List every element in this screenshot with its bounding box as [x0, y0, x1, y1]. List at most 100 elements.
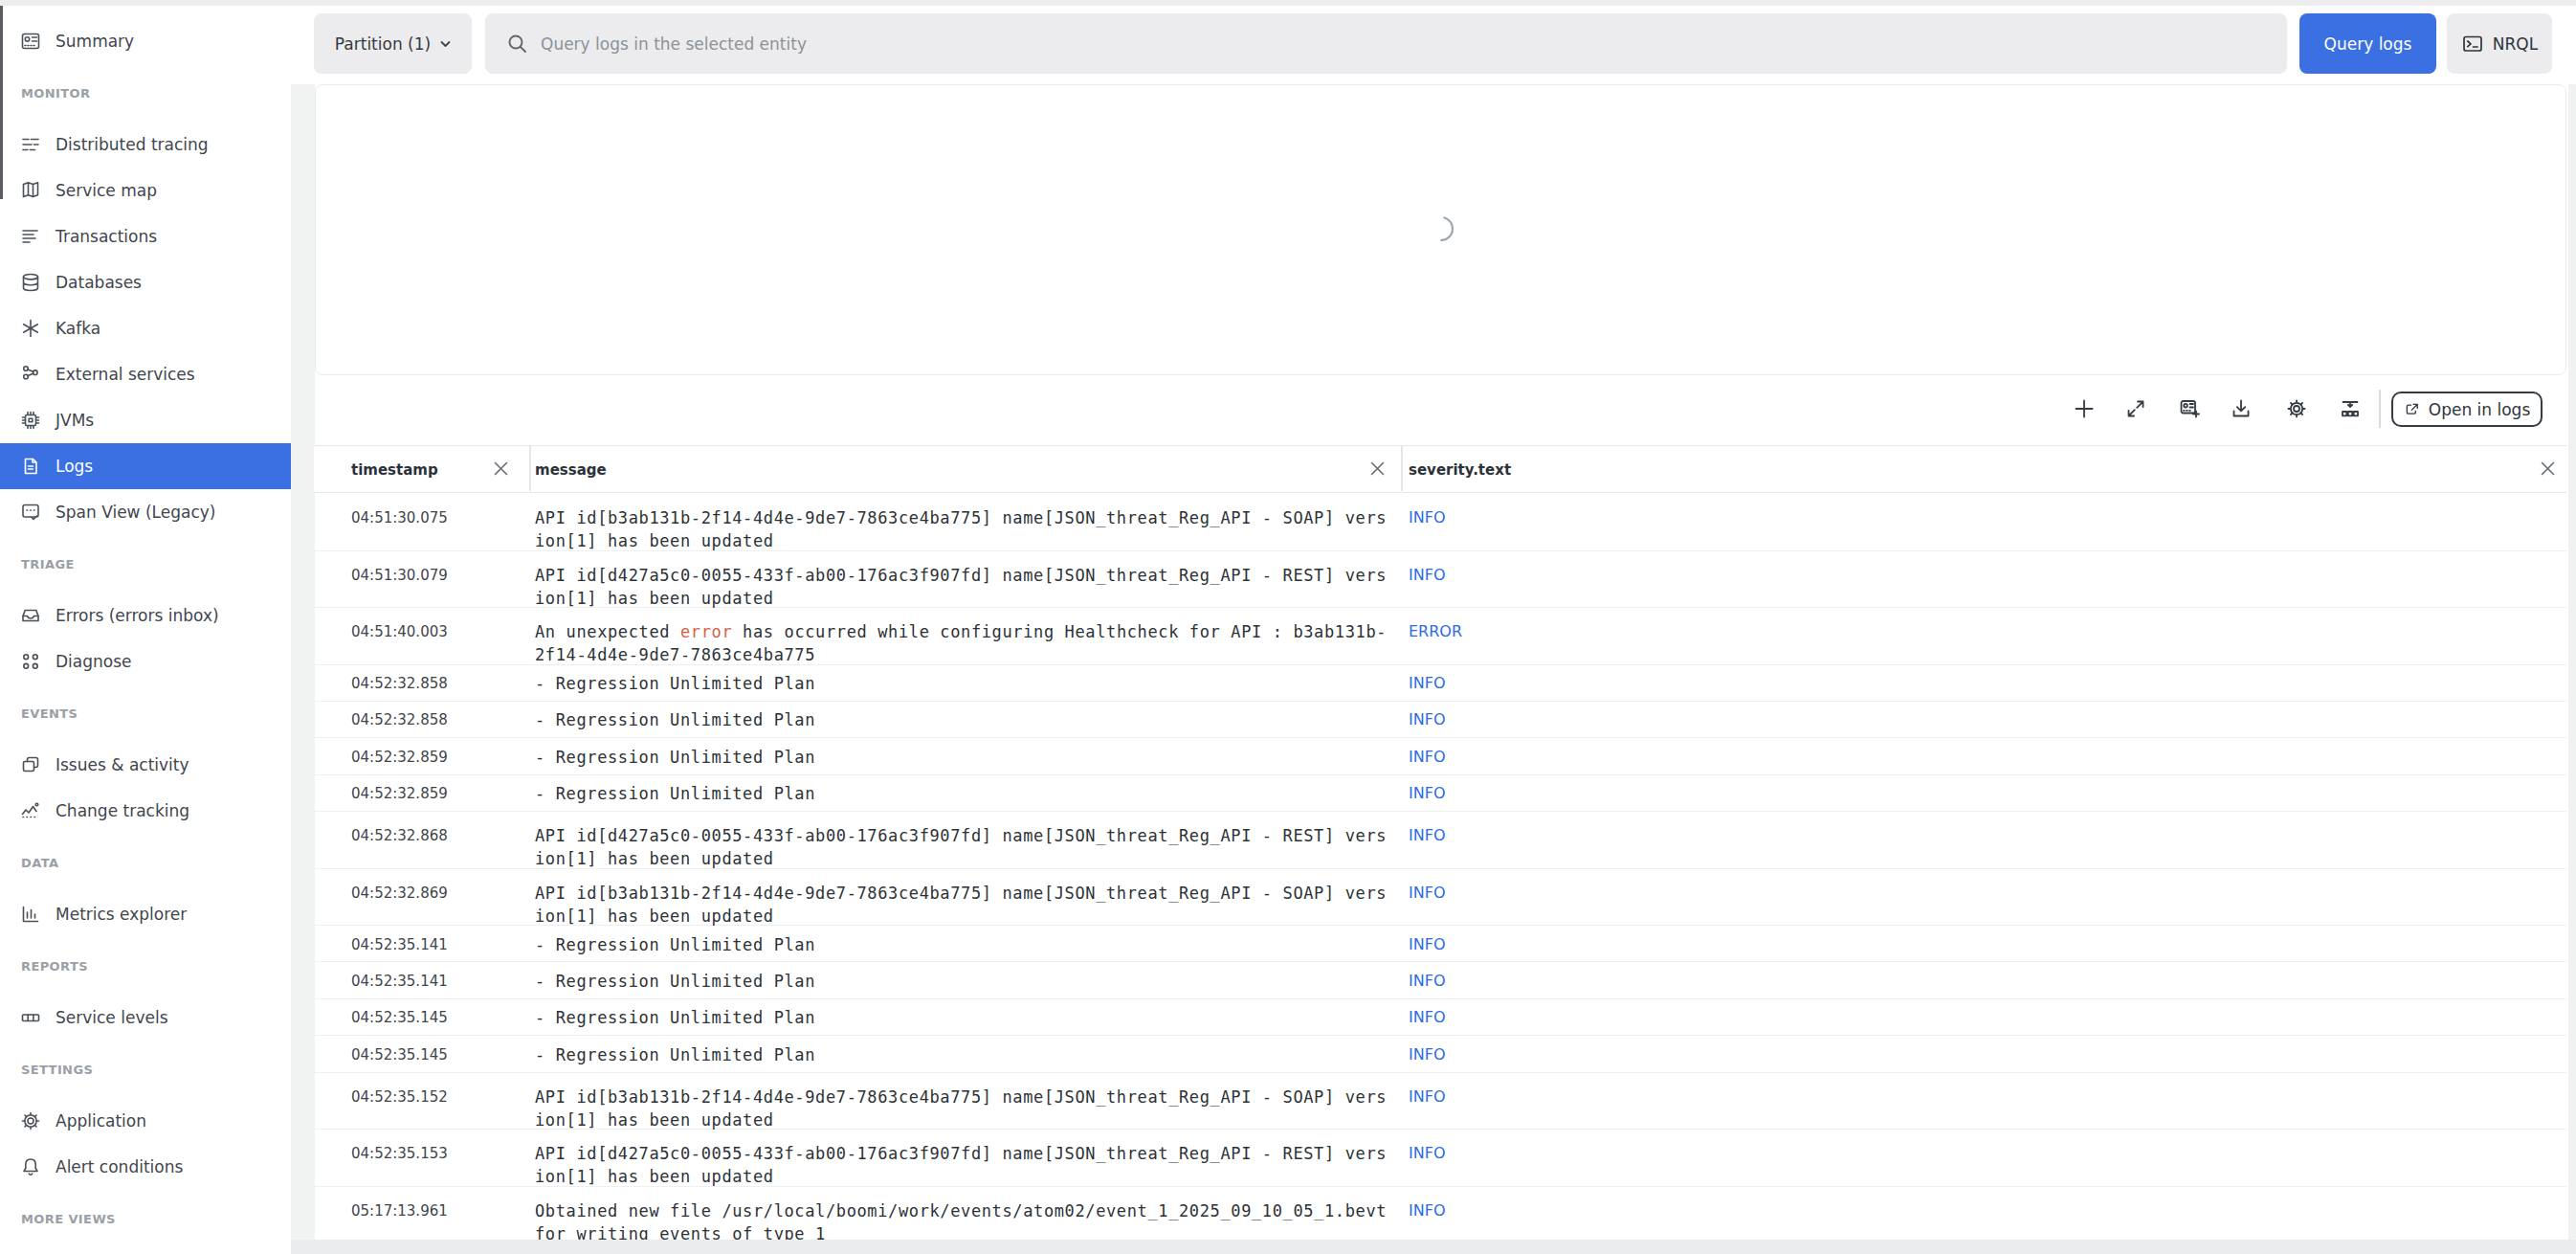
content-gutter — [291, 84, 315, 1254]
sidebar-item-span-view[interactable]: Span View (Legacy) — [0, 489, 291, 535]
log-row[interactable]: 04:52:32.859- Regression Unlimited PlanI… — [314, 738, 2566, 774]
column-divider — [1401, 446, 1403, 491]
severity-link[interactable]: INFO — [1409, 782, 1445, 805]
column-header-severity[interactable]: severity.text — [1409, 461, 1511, 479]
sidebar-section-triage: TRIAGE — [0, 554, 291, 573]
log-row[interactable]: 04:51:30.079API id[d427a5c0-0055-433f-ab… — [314, 551, 2566, 609]
sidebar-item-summary[interactable]: Summary — [0, 18, 291, 64]
sidebar-item-service-map[interactable]: Service map — [0, 168, 291, 213]
gear-icon — [2285, 397, 2308, 420]
remove-column-message-icon[interactable] — [1370, 461, 1385, 476]
timestamp-cell: 04:52:35.153 — [351, 1142, 448, 1165]
log-row[interactable]: 04:52:32.858- Regression Unlimited PlanI… — [314, 665, 2566, 702]
sidebar-item-application[interactable]: Application — [0, 1098, 291, 1144]
sidebar-item-jvms[interactable]: JVMs — [0, 397, 291, 443]
distributed-tracing-icon — [19, 133, 42, 156]
log-row[interactable]: 04:52:35.152API id[b3ab131b-2f14-4d4e-9d… — [314, 1073, 2566, 1131]
top-strip — [0, 0, 2576, 6]
sidebar-item-transactions[interactable]: Transactions — [0, 213, 291, 259]
severity-link[interactable]: ERROR — [1409, 620, 1462, 643]
sidebar-item-errors-inbox[interactable]: Errors (errors inbox) — [0, 593, 291, 638]
expand-button[interactable] — [2124, 397, 2147, 420]
download-button[interactable] — [2230, 397, 2253, 420]
open-in-logs-button[interactable]: Open in logs — [2391, 392, 2543, 427]
timestamp-cell: 04:52:35.141 — [351, 933, 448, 956]
sidebar-item-metrics-explorer[interactable]: Metrics explorer — [0, 891, 291, 937]
severity-link[interactable]: INFO — [1409, 970, 1445, 993]
diagnose-icon — [19, 650, 42, 673]
add-to-dashboard-icon — [2178, 397, 2201, 420]
log-row[interactable]: 04:52:32.869API id[b3ab131b-2f14-4d4e-9d… — [314, 869, 2566, 927]
vertical-scrollbar[interactable] — [2568, 84, 2576, 1254]
chevron-down-icon — [440, 40, 451, 48]
log-row[interactable]: 04:52:35.141- Regression Unlimited PlanI… — [314, 926, 2566, 962]
column-header-message[interactable]: message — [535, 461, 607, 479]
sidebar-section-monitor: MONITOR — [0, 83, 291, 102]
sidebar-item-issues-activity[interactable]: Issues & activity — [0, 742, 291, 788]
severity-link[interactable]: INFO — [1409, 506, 1445, 529]
log-row[interactable]: 04:52:32.859- Regression Unlimited PlanI… — [314, 775, 2566, 812]
sidebar-item-external-services[interactable]: External services — [0, 351, 291, 397]
span-view-icon — [19, 501, 42, 524]
gear-button[interactable] — [2285, 397, 2308, 420]
sidebar-item-logs[interactable]: Logs — [0, 443, 291, 489]
log-row[interactable]: 04:52:35.141- Regression Unlimited PlanI… — [314, 962, 2566, 998]
severity-link[interactable]: INFO — [1409, 1086, 1445, 1108]
sidebar-item-kafka[interactable]: Kafka — [0, 305, 291, 351]
remove-column-timestamp-icon[interactable] — [494, 461, 508, 476]
plus-button[interactable] — [2073, 397, 2096, 420]
terminal-icon — [2461, 33, 2484, 56]
sidebar-item-change-tracking[interactable]: Change tracking — [0, 788, 291, 834]
horizontal-scrollbar[interactable] — [291, 1240, 2576, 1254]
sidebar-item-label: Kafka — [56, 319, 100, 338]
severity-link[interactable]: INFO — [1409, 564, 1445, 587]
sidebar-item-diagnose[interactable]: Diagnose — [0, 638, 291, 684]
severity-link[interactable]: INFO — [1409, 824, 1445, 847]
log-row[interactable]: 04:52:32.858- Regression Unlimited PlanI… — [314, 702, 2566, 738]
column-divider — [529, 446, 531, 491]
table-settings-icon — [2339, 397, 2362, 420]
sidebar-item-databases[interactable]: Databases — [0, 259, 291, 305]
log-row[interactable]: 04:52:35.145- Regression Unlimited PlanI… — [314, 999, 2566, 1036]
nrql-button[interactable]: NRQL — [2447, 13, 2552, 74]
log-row[interactable]: 04:52:32.868API id[d427a5c0-0055-433f-ab… — [314, 812, 2566, 869]
severity-link[interactable]: INFO — [1409, 1006, 1445, 1029]
sidebar-item-alert-conditions[interactable]: Alert conditions — [0, 1144, 291, 1190]
log-row[interactable]: 05:17:13.961Obtained new file /usr/local… — [314, 1187, 2566, 1240]
sidebar-nav: SummaryMONITORDistributed tracingService… — [0, 6, 291, 1228]
log-row[interactable]: 04:52:35.145- Regression Unlimited PlanI… — [314, 1036, 2566, 1072]
service-map-icon — [19, 179, 42, 202]
sidebar-item-distributed-tracing[interactable]: Distributed tracing — [0, 122, 291, 168]
sidebar-scrollbar-thumb[interactable] — [0, 6, 3, 199]
remove-column-severity-icon[interactable] — [2541, 461, 2555, 476]
severity-link[interactable]: INFO — [1409, 1199, 1445, 1222]
query-logs-button[interactable]: Query logs — [2299, 13, 2436, 74]
log-row[interactable]: 04:51:40.003An unexpected error has occu… — [314, 608, 2566, 665]
sidebar-item-label: Span View (Legacy) — [56, 503, 215, 522]
severity-link[interactable]: INFO — [1409, 746, 1445, 769]
sidebar-item-label: Errors (errors inbox) — [56, 606, 219, 625]
severity-link[interactable]: INFO — [1409, 1142, 1445, 1165]
severity-link[interactable]: INFO — [1409, 708, 1445, 731]
log-row[interactable]: 04:51:30.075 API id[b3ab131b-2f14-4d4e-9d… — [314, 494, 2566, 551]
severity-link[interactable]: INFO — [1409, 672, 1445, 695]
search-input[interactable] — [541, 34, 2167, 54]
log-row[interactable]: 04:52:35.153API id[d427a5c0-0055-433f-ab… — [314, 1130, 2566, 1187]
severity-link[interactable]: INFO — [1409, 933, 1445, 956]
message-cell: - Regression Unlimited Plan — [535, 970, 1388, 993]
add-to-dashboard-button[interactable] — [2178, 397, 2201, 420]
severity-link[interactable]: INFO — [1409, 882, 1445, 905]
metrics-explorer-icon — [19, 903, 42, 926]
timestamp-cell: 04:52:32.859 — [351, 782, 448, 805]
table-settings-button[interactable] — [2339, 397, 2362, 420]
column-header-timestamp[interactable]: timestamp — [351, 461, 438, 479]
partition-dropdown[interactable]: Partition (1) — [314, 13, 472, 74]
severity-link[interactable]: INFO — [1409, 1043, 1445, 1066]
timestamp-cell: 04:51:30.075 — [351, 506, 448, 529]
sidebar-item-service-levels[interactable]: Service levels — [0, 995, 291, 1041]
sidebar-item-label: Metrics explorer — [56, 905, 187, 924]
sidebar-item-label: Diagnose — [56, 652, 132, 671]
timestamp-cell: 04:52:32.858 — [351, 708, 448, 731]
sidebar-item-label: Databases — [56, 273, 142, 292]
message-cell: API id[b3ab131b-2f14-4d4e-9de7-7863ce4ba… — [535, 506, 1388, 552]
